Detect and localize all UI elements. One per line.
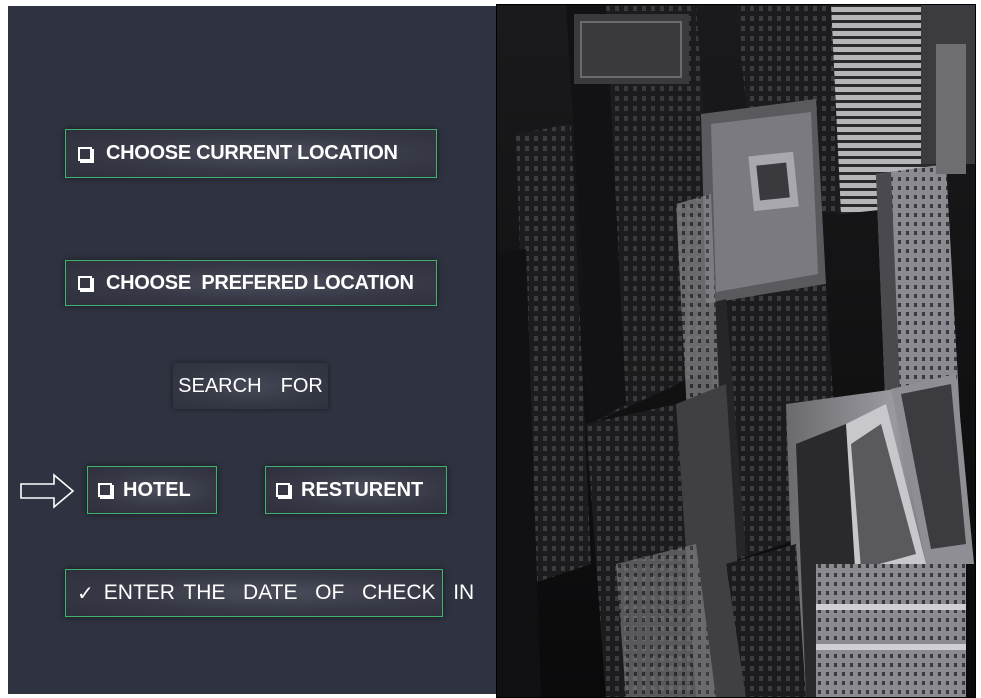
choose-current-location-button[interactable]: CHOOSE CURRENT LOCATION: [65, 129, 437, 178]
city-photo: [496, 4, 976, 698]
app-frame: CHOOSE CURRENT LOCATION CHOOSE PREFERED …: [0, 0, 981, 698]
checkbox-icon[interactable]: [276, 483, 290, 497]
search-for-text: SEARCH FOR: [178, 374, 323, 397]
checkbox-icon[interactable]: [78, 146, 92, 161]
choose-prefered-location-button[interactable]: CHOOSE PREFERED LOCATION: [65, 260, 437, 306]
skyscraper-aerial-image: [496, 4, 976, 698]
enter-check-in-date-label: ENTER THE DATE OF CHECK IN: [103, 581, 475, 604]
checkbox-icon[interactable]: [98, 483, 112, 497]
choose-current-location-label: CHOOSE CURRENT LOCATION: [106, 142, 398, 164]
hotel-option-button[interactable]: HOTEL: [87, 466, 217, 514]
checkbox-icon[interactable]: [78, 276, 92, 290]
resturent-option-button[interactable]: RESTURENT: [265, 466, 447, 514]
hotel-label: HOTEL: [123, 478, 191, 501]
check-mark-icon: ✓: [77, 582, 94, 605]
enter-check-in-date-button[interactable]: ✓ ENTER THE DATE OF CHECK IN: [65, 569, 474, 617]
right-arrow-icon: [20, 473, 75, 509]
search-for-label: SEARCH FOR: [173, 363, 328, 409]
resturent-label: RESTURENT: [301, 478, 424, 501]
choose-prefered-location-label: CHOOSE PREFERED LOCATION: [106, 271, 414, 294]
